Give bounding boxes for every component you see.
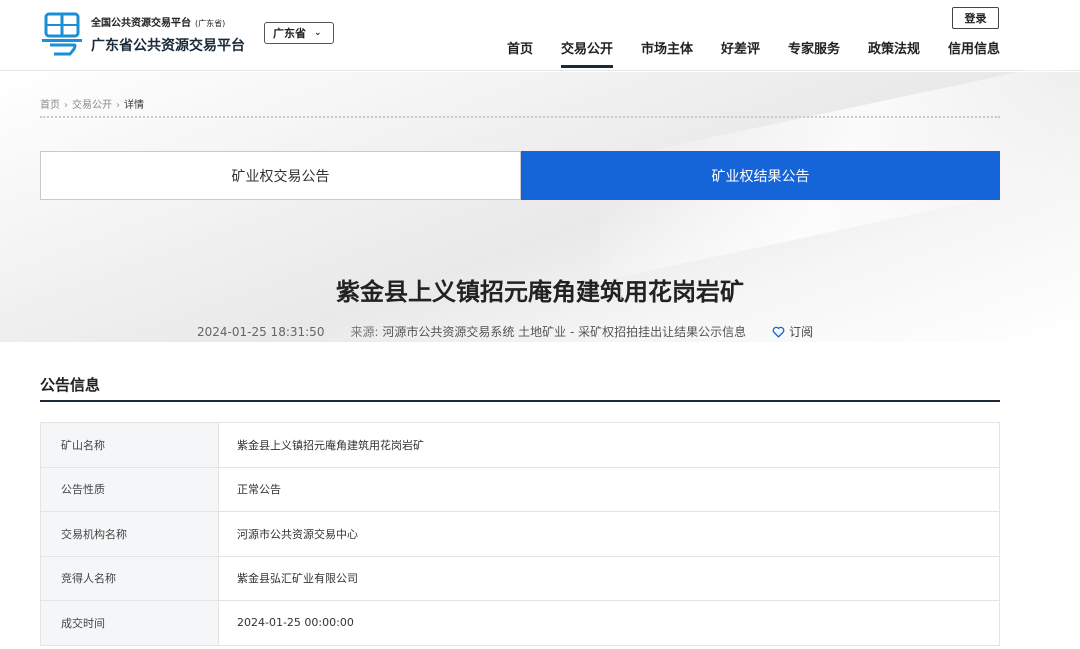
table-row: 矿山名称 紫金县上义镇招元庵角建筑用花岗岩矿 — [40, 422, 1000, 468]
row-key: 公告性质 — [40, 466, 219, 512]
platform-name[interactable]: 广东省公共资源交易平台 — [91, 35, 245, 55]
row-key: 交易机构名称 — [40, 511, 219, 557]
nav-item-policy[interactable]: 政策法规 — [868, 38, 920, 68]
row-value: 紫金县弘汇矿业有限公司 — [218, 555, 1000, 601]
row-value: 正常公告 — [218, 466, 1000, 512]
section-title: 公告信息 — [40, 376, 101, 394]
divider — [40, 116, 1000, 118]
row-value: 紫金县上义镇招元庵角建筑用花岗岩矿 — [218, 422, 1000, 468]
heart-icon — [772, 326, 785, 338]
section-divider — [40, 400, 1000, 402]
nav-item-rating[interactable]: 好差评 — [721, 38, 760, 68]
yue-logo-icon[interactable] — [40, 12, 84, 56]
subscribe-label: 订阅 — [789, 325, 814, 339]
table-row: 竞得人名称 紫金县弘汇矿业有限公司 — [40, 555, 1000, 601]
row-key: 竞得人名称 — [40, 555, 219, 601]
row-key: 矿山名称 — [40, 422, 219, 468]
tab-trading-notice[interactable]: 矿业权交易公告 — [40, 151, 521, 200]
source: 来源: 河源市公共资源交易系统 土地矿业 - 采矿权招拍挂出让结果公示信息 — [350, 323, 746, 340]
login-button[interactable]: 登录 — [952, 7, 999, 29]
page-title: 紫金县上义镇招元庵角建筑用花岗岩矿 — [336, 278, 744, 306]
publish-datetime: 2024-01-25 18:31:50 — [197, 324, 325, 339]
notice-info-table: 矿山名称 紫金县上义镇招元庵角建筑用花岗岩矿 公告性质 正常公告 交易机构名称 … — [40, 422, 1000, 646]
row-value: 2024-01-25 00:00:00 — [218, 600, 1000, 646]
breadcrumb-home[interactable]: 首页 — [40, 100, 60, 111]
table-row: 成交时间 2024-01-25 00:00:00 — [40, 600, 1000, 646]
row-value: 河源市公共资源交易中心 — [218, 511, 1000, 557]
nav-item-home[interactable]: 首页 — [507, 38, 533, 68]
platform-national-sub: (广东省) — [195, 19, 226, 28]
source-label: 来源: — [350, 325, 379, 339]
breadcrumb-separator-icon: › — [64, 100, 68, 111]
region-select[interactable]: 广东省 ⌄ — [264, 22, 334, 44]
breadcrumb: 首页 › 交易公开 › 详情 — [40, 96, 144, 111]
table-row: 交易机构名称 河源市公共资源交易中心 — [40, 511, 1000, 557]
region-select-value: 广东省 — [273, 27, 306, 40]
platform-national-name: 全国公共资源交易平台 (广东省) — [91, 18, 226, 29]
tab-result-notice[interactable]: 矿业权结果公告 — [521, 151, 1000, 200]
source-value: 河源市公共资源交易系统 土地矿业 - 采矿权招拍挂出让结果公示信息 — [382, 325, 747, 339]
breadcrumb-section[interactable]: 交易公开 — [72, 100, 112, 111]
table-row: 公告性质 正常公告 — [40, 466, 1000, 512]
site-header: 全国公共资源交易平台 (广东省) 广东省公共资源交易平台 广东省 ⌄ 登录 首页 … — [0, 0, 1080, 71]
row-key: 成交时间 — [40, 600, 219, 646]
subscribe-button[interactable]: 订阅 — [772, 323, 813, 340]
breadcrumb-separator-icon: › — [116, 100, 120, 111]
chevron-down-icon: ⌄ — [314, 28, 322, 38]
nav-item-trading-public[interactable]: 交易公开 — [561, 38, 614, 68]
notice-tabs: 矿业权交易公告 矿业权结果公告 — [40, 151, 1000, 200]
nav-item-market-entity[interactable]: 市场主体 — [641, 38, 693, 68]
article-meta: 2024-01-25 18:31:50 来源: 河源市公共资源交易系统 土地矿业… — [197, 323, 813, 340]
nav-item-expert-service[interactable]: 专家服务 — [788, 38, 840, 68]
breadcrumb-current: 详情 — [124, 100, 144, 111]
nav-item-credit[interactable]: 信用信息 — [948, 38, 1000, 68]
